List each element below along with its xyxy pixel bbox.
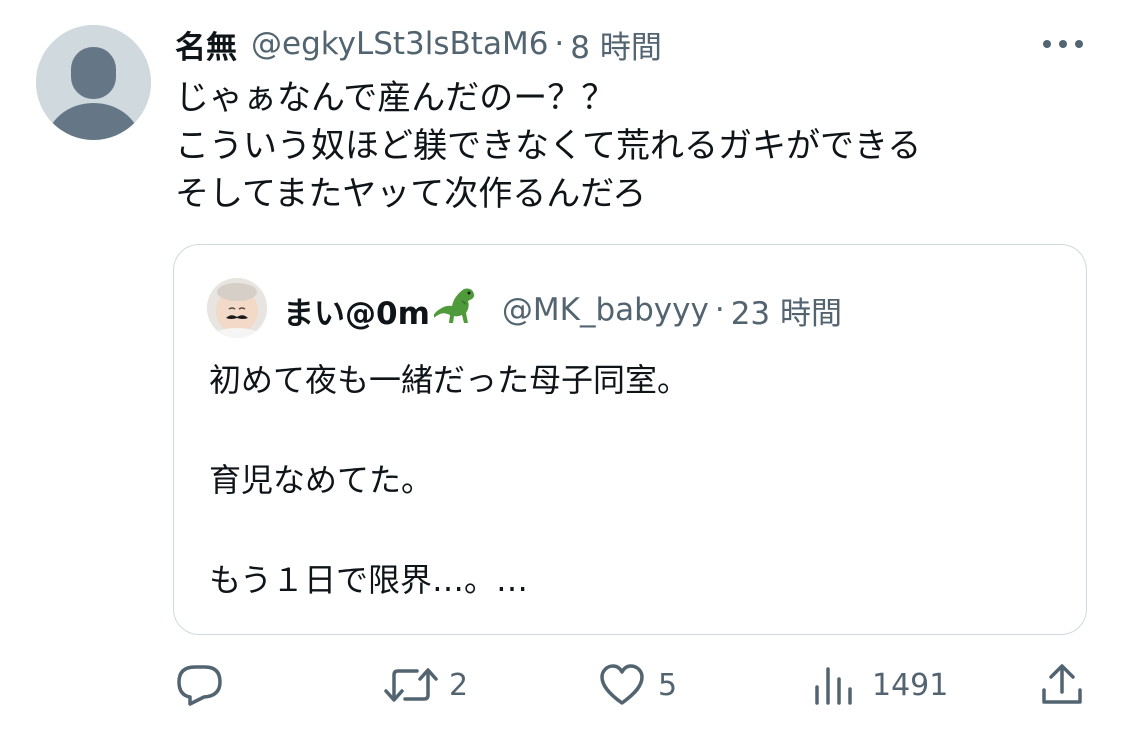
share-upload-icon [1042, 664, 1082, 704]
quoted-author-handle: @MK_babyyy [501, 292, 709, 328]
tweet-header: 名無 @egkyLSt3lsBtaM6 · 8 時間 [175, 22, 662, 66]
quoted-separator-dot: · [714, 292, 725, 328]
separator-dot: · [554, 26, 565, 62]
author-name[interactable]: 名無 [175, 22, 237, 67]
heart-icon [600, 664, 644, 705]
like-button[interactable]: 5 [598, 660, 677, 710]
author-avatar[interactable] [36, 25, 151, 140]
dinosaur-emoji-icon [431, 285, 480, 335]
like-count: 5 [658, 667, 678, 703]
bar-chart-icon [815, 667, 852, 705]
share-button[interactable] [1040, 660, 1084, 710]
reply-button[interactable] [176, 660, 236, 710]
reply-bubble-icon [177, 665, 222, 706]
quoted-tweet-timestamp: 23 時間 [730, 295, 843, 332]
views-button[interactable]: 1491 [812, 660, 948, 710]
tweet-timestamp[interactable]: 8 時間 [570, 22, 662, 67]
quoted-author-avatar [207, 278, 267, 338]
tweet-text: じゃぁなんで産んだのー？？ こういう奴ほど躾できなくて荒れるガキができる そして… [175, 78, 922, 214]
retweet-icon [384, 668, 438, 702]
default-avatar-icon [36, 25, 151, 140]
more-horizontal-icon [1043, 40, 1083, 48]
retweet-count: 2 [449, 667, 469, 703]
more-options-button[interactable] [1040, 36, 1086, 50]
quoted-tweet-card[interactable]: まい@0m @MK_babyyy · 23 時間 初めて夜も一緒だった母子同室。… [173, 244, 1087, 635]
quoted-tweet-header: まい@0m @MK_babyyy · 23 時間 [283, 287, 842, 333]
retweet-button[interactable]: 2 [383, 660, 468, 710]
baby-photo-avatar-icon [207, 278, 267, 338]
quoted-author-name: まい@0m [283, 295, 430, 332]
author-handle[interactable]: @egkyLSt3lsBtaM6 [251, 26, 548, 62]
view-count: 1491 [872, 667, 949, 703]
quoted-tweet-text: 初めて夜も一緒だった母子同室。 育児なめてた。 もう１日で限界…。… [209, 361, 690, 599]
dinosaur-icon [431, 288, 475, 323]
